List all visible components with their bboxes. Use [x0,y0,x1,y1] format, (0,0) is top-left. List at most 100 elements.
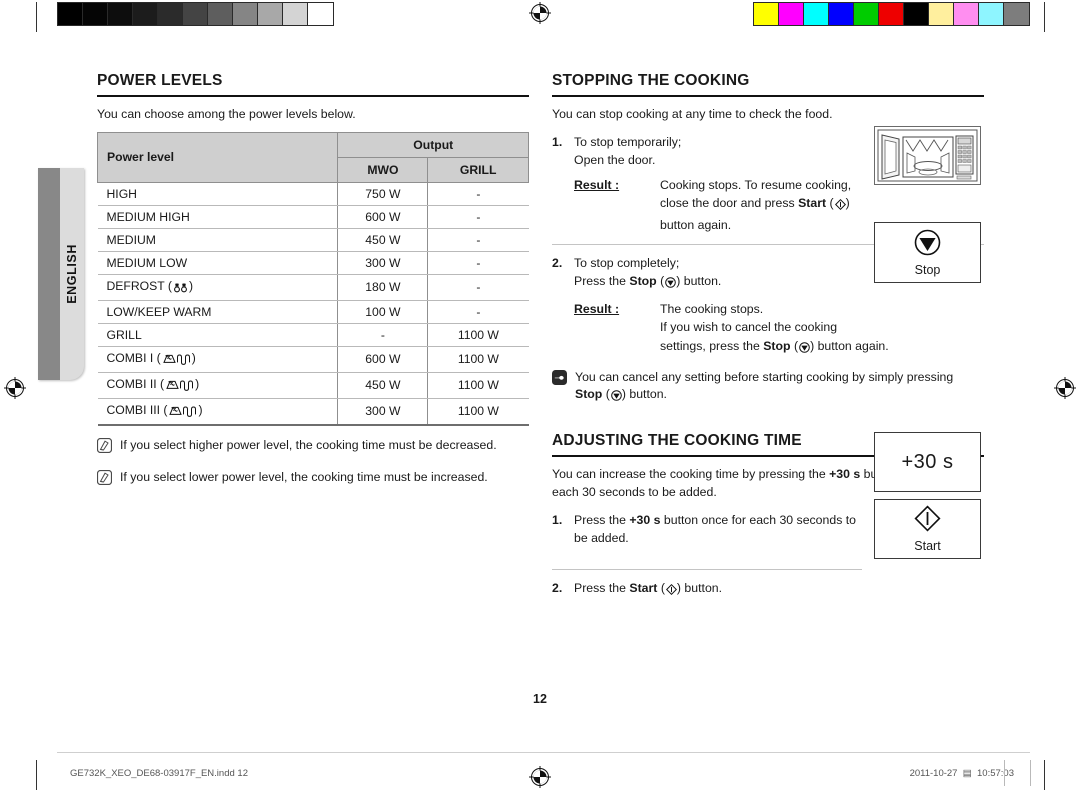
cell-mwo-output: 450 W [337,372,429,399]
manual-page: ENGLISH POWER LEVELS You can choose amon… [0,0,1080,792]
table-row: COMBI II () 450 W 1100 W [97,372,529,399]
adjusting-lead-pre: You can increase the cooking time by pre… [552,467,830,482]
power-level-label: MEDIUM LOW [106,255,188,270]
power-level-label: LOW/KEEP WARM [106,304,212,319]
start-icon [834,197,846,215]
result-body: The cooking stops. If you wish to cancel… [660,300,984,358]
calibration-swatch-10 [1004,3,1029,25]
language-tab-label: ENGLISH [65,244,79,304]
stop-keyword: Stop [763,338,791,353]
step2-result: Result : The cooking stops. If you wish … [574,300,984,358]
start-icon-paren: ( [826,196,834,211]
step1-post: button once for each 30 seconds to [660,512,857,527]
plus30s-button-figure[interactable]: +30 s [874,432,981,492]
note-icon [96,469,113,490]
table-row: HIGH 750 W- [97,182,529,206]
cell-power-level: GRILL [97,323,339,347]
power-level-label: COMBI II [106,376,157,391]
cell-power-level: DEFROST () [97,274,339,301]
calibration-swatch-7 [233,3,258,25]
table-row: COMBI I () 600 W 1100 W [97,346,529,373]
plus30s-button-label: +30 s [901,450,954,473]
stop-icon-paren: ( [656,273,665,288]
divider-2 [552,569,862,571]
result-line3-post: ) button again. [810,338,889,353]
table-row: COMBI III () 300 W 1100 W [97,398,529,426]
language-tab-bar [38,168,60,380]
tip-line2-post: ) button. [621,386,667,401]
power-levels-table: Power level Output MWO GRILL HIGH 750 W-M… [96,131,529,426]
stop-icon-paren: ( [602,386,610,401]
stop-icon [611,389,622,406]
stop-icon [914,229,941,261]
step-number: 2. [552,581,563,596]
step-body: Press the +30 s button once for each 30 … [574,511,862,547]
calibration-swatch-3 [133,3,158,25]
stop-button-figure[interactable]: Stop [874,222,981,283]
cell-mwo-output: 300 W [337,251,429,275]
start-button-figure[interactable]: Start [874,499,981,559]
calibration-swatch-4 [854,3,879,25]
start-icon [665,582,677,600]
power-level-icon-group: () [157,377,199,394]
start-icon-paren: ( [657,581,665,596]
calibration-swatch-5 [183,3,208,25]
result-line1: The cooking stops. [660,302,764,317]
stop-keyword: Stop [575,386,603,401]
col-header-output: Output [337,131,529,158]
step-number: 2. [552,255,563,270]
calibration-swatch-1 [779,3,804,25]
calibration-swatch-8 [954,3,979,25]
cell-grill-output: 1100 W [427,323,529,347]
table-row: MEDIUM 450 W- [97,228,529,252]
cell-mwo-output: 600 W [337,205,429,229]
stop-button-caption: Stop [914,262,941,277]
grayscale-calibration-strip [57,2,334,26]
combi-icon [165,379,195,394]
cell-grill-output: 1100 W [427,398,529,426]
stop-icon-paren: ( [790,338,799,353]
cell-mwo-output: 750 W [337,182,429,206]
note-icon [96,437,113,458]
step-number: 1. [552,512,563,527]
language-tab-label-wrap: ENGLISH [60,168,84,380]
calibration-swatch-10 [308,3,333,25]
calibration-swatch-5 [879,3,904,25]
calibration-swatch-6 [208,3,233,25]
power-level-label: HIGH [106,186,137,201]
footer-timestamp: 2011-10-27 ▤ 10:57:03 [910,768,1014,779]
combi-icon [162,353,192,368]
result-line2-pre: close the door and press [660,196,799,211]
trim-mark-br-v [1044,760,1045,790]
left-column: POWER LEVELS You can choose among the po… [96,72,529,490]
step1-pre: Press the [574,512,630,527]
tip-line1: You can cancel any setting before starti… [575,369,954,384]
col-header-mwo: MWO [337,156,429,183]
step1-line2: be added. [574,530,629,545]
cell-grill-output: - [427,300,529,324]
stopping-lead: You can stop cooking at any time to chec… [552,107,833,121]
power-level-label: COMBI I [106,350,154,365]
note-lower-power-text: If you select lower power level, the coo… [120,470,488,485]
start-button-caption: Start [914,539,941,553]
cell-grill-output: - [427,274,529,301]
cell-power-level: COMBI I () [97,346,339,373]
registration-mark-right [1054,377,1076,399]
stop-keyword: Stop [629,273,657,288]
footer-separator-2 [1030,760,1031,786]
language-tab: ENGLISH [38,168,84,380]
power-levels-title: POWER LEVELS [97,72,529,97]
footer-filename: GE732K_XEO_DE68-03917F_EN.indd 12 [70,768,248,779]
step1-line2: Open the door. [574,153,656,168]
cell-grill-output: 1100 W [427,372,529,399]
power-level-icon-group: () [165,279,193,293]
calibration-swatch-9 [979,3,1004,25]
note-lower-power: If you select lower power level, the coo… [96,469,529,490]
cancel-setting-tip: You can cancel any setting before starti… [552,369,984,406]
power-level-label: MEDIUM [106,232,156,247]
step1-line1: To stop temporarily; [574,134,682,149]
power-levels-tbody: HIGH 750 W - MEDIUM HIGH 600 W - MEDIUM 450 W-M… [97,182,529,426]
cell-power-level: MEDIUM [97,228,339,252]
table-row: MEDIUM HIGH 600 W- [97,205,529,229]
registration-mark-top [529,2,551,24]
